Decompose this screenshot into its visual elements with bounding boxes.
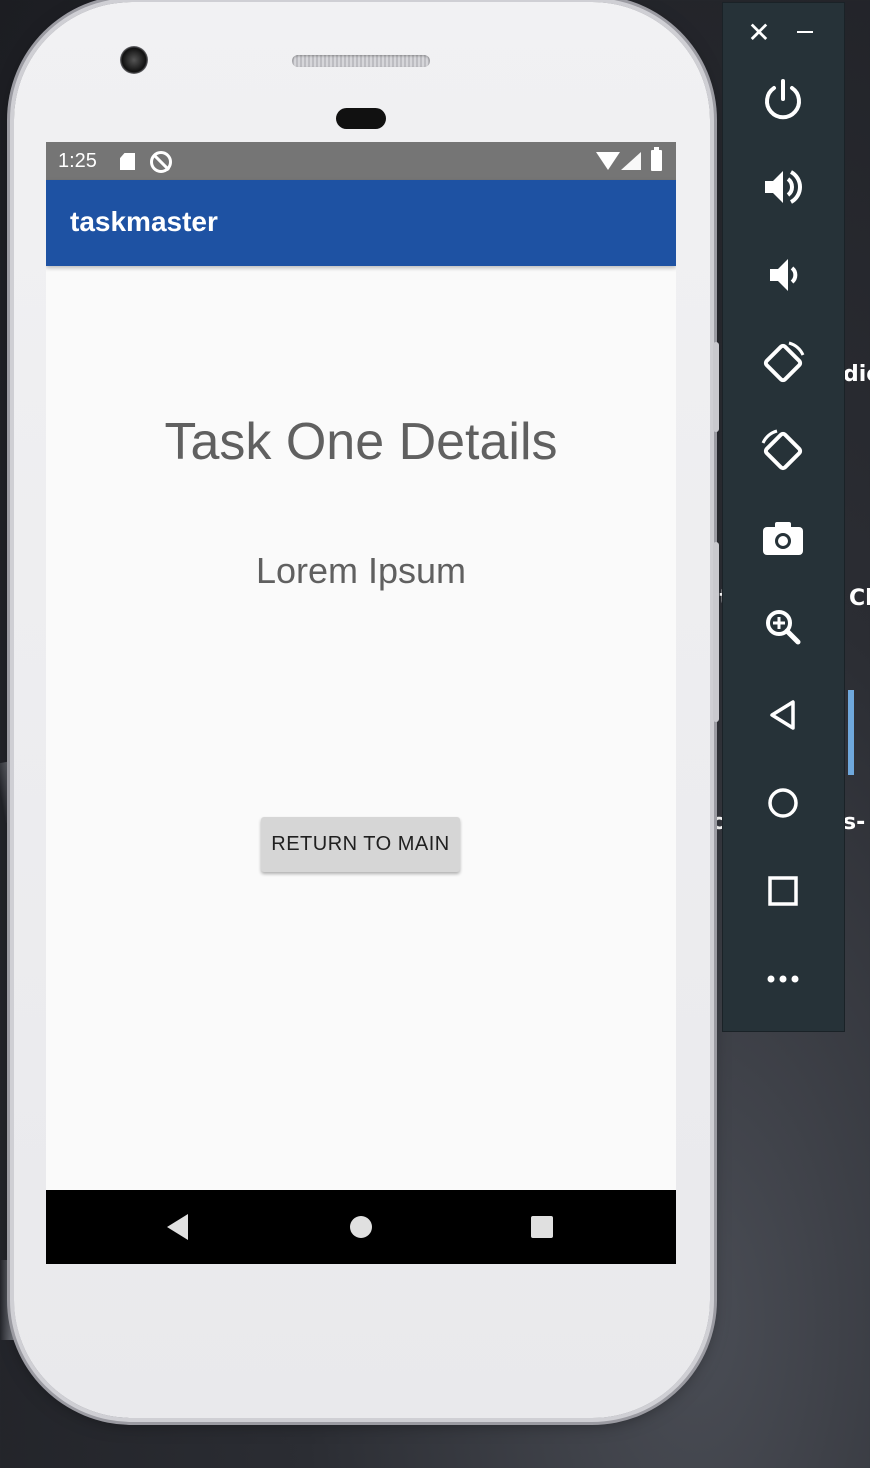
power-icon[interactable] — [753, 69, 813, 129]
nav-recents-icon[interactable] — [531, 1216, 553, 1238]
rotate-right-icon[interactable] — [753, 421, 813, 481]
battery-icon — [651, 147, 662, 171]
navigation-bar — [46, 1190, 676, 1264]
nav-back-icon[interactable] — [167, 1214, 188, 1240]
task-title: Task One Details — [164, 413, 558, 471]
cell-signal-icon — [621, 152, 641, 170]
phone-side-button — [713, 342, 719, 432]
wifi-icon — [596, 152, 620, 170]
device-screen: 1:25 taskmaster Task One Details Lorem I… — [46, 142, 676, 1264]
front-camera — [120, 46, 148, 74]
background-streak — [848, 690, 854, 775]
overview-icon[interactable] — [753, 861, 813, 921]
volume-down-icon[interactable] — [753, 245, 813, 305]
rotate-left-icon[interactable] — [753, 333, 813, 393]
minimize-icon[interactable] — [797, 31, 813, 33]
sd-card-icon — [120, 153, 135, 170]
phone-frame: 1:25 taskmaster Task One Details Lorem I… — [14, 2, 719, 1418]
background-text: s- — [843, 810, 866, 835]
status-bar: 1:25 — [46, 142, 676, 180]
return-to-main-button[interactable]: RETURN TO MAIN — [261, 817, 460, 872]
close-icon[interactable]: ✕ — [747, 15, 771, 51]
back-icon[interactable] — [753, 685, 813, 745]
home-icon[interactable] — [753, 773, 813, 833]
do-not-disturb-icon — [150, 151, 172, 173]
camera-icon[interactable] — [753, 509, 813, 569]
background-text: dio — [843, 362, 870, 387]
task-description: Lorem Ipsum — [255, 550, 467, 591]
emulator-toolbar: ✕ — [722, 2, 845, 1032]
proximity-sensor — [336, 108, 386, 129]
volume-up-icon[interactable] — [753, 157, 813, 217]
earpiece-speaker — [292, 55, 430, 67]
zoom-icon[interactable] — [753, 597, 813, 657]
status-time: 1:25 — [58, 150, 97, 172]
app-bar: taskmaster — [46, 180, 676, 266]
app-title: taskmaster — [70, 206, 218, 237]
more-icon[interactable] — [753, 949, 813, 1009]
nav-home-icon[interactable] — [350, 1216, 372, 1238]
phone-side-button — [713, 542, 719, 722]
background-text: Cl — [849, 586, 870, 611]
